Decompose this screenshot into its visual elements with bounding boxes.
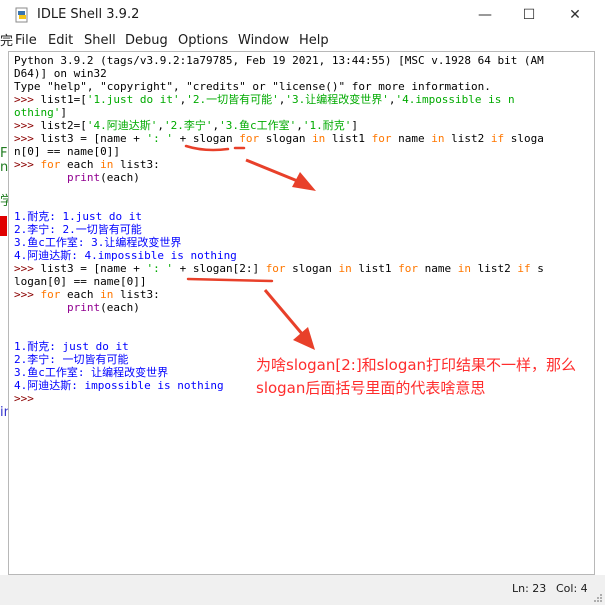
resize-grip-icon[interactable] [593,593,603,603]
underline-mark [186,277,274,283]
arrow-head [292,172,316,191]
underline-mark [184,144,230,152]
annotation-ink [184,144,316,350]
status-bar: Ln: 23 Col: 4 [0,575,605,605]
annotation-text: 为啥slogan[2:]和slogan打印结果不一样，那么slogan后面括号里… [256,356,577,397]
column-indicator: Col: 4 [556,582,588,595]
arrow-icon [245,158,301,184]
arrow-head [293,327,315,350]
line-indicator: Ln: 23 [512,582,547,595]
arrow-icon [263,289,305,336]
